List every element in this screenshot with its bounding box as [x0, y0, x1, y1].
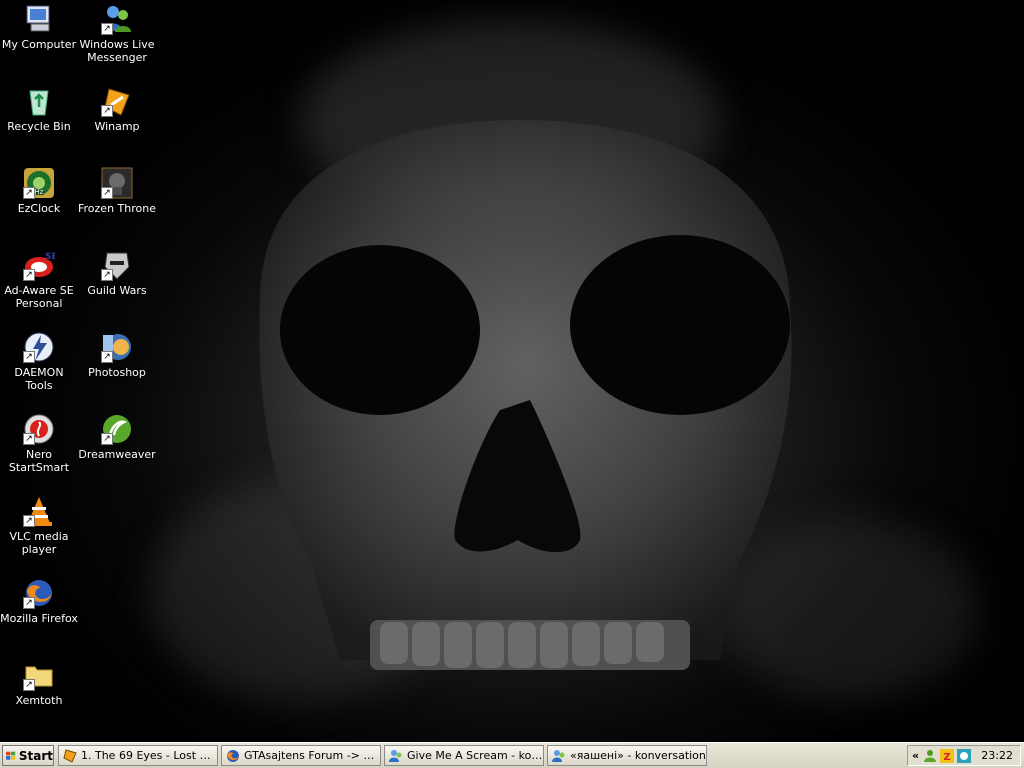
desktop-icon-firefox[interactable]: ↗ Mozilla Firefox — [0, 577, 78, 625]
windows-logo-icon — [6, 751, 16, 760]
photoshop-icon: ↗ — [101, 331, 133, 363]
desktop-icon-dreamweaver[interactable]: ↗ Dreamweaver — [78, 413, 156, 461]
desktop-icon-label: Ad-Aware SE Personal — [4, 284, 74, 310]
desktop-icon-label: My Computer — [1, 38, 77, 51]
start-button[interactable]: Start — [2, 745, 54, 766]
desktop-icon-frozen-throne[interactable]: ↗ Frozen Throne — [78, 167, 156, 215]
desktop-icon-label: Windows Live Messenger — [79, 38, 155, 64]
desktop-icon-messenger[interactable]: ↗ Windows Live Messenger — [78, 3, 156, 64]
daemon-tools-icon: ↗ — [23, 331, 55, 363]
svg-text:Hz: Hz — [35, 188, 44, 196]
start-label: Start — [18, 748, 53, 763]
desktop-icon-daemon-tools[interactable]: ↗ DAEMON Tools — [0, 331, 78, 392]
messenger-icon — [552, 749, 565, 762]
desktop-icon-label: VLC media player — [9, 530, 69, 556]
zonealarm-icon[interactable]: Z — [940, 748, 955, 763]
svg-text:SE: SE — [45, 252, 55, 262]
nero-icon: ↗ — [23, 413, 55, 445]
guild-wars-icon: ↗ — [101, 249, 133, 281]
frozen-throne-icon: ↗ — [101, 167, 133, 199]
desktop-background: My Computer ↗ Windows Live Messenger Rec… — [0, 0, 1024, 742]
taskbar: Start 1. The 69 Eyes - Lost bo... GTAsaj… — [0, 742, 1024, 768]
desktop-icon-label: Winamp — [94, 120, 140, 133]
taskbar-button-winamp[interactable]: 1. The 69 Eyes - Lost bo... — [58, 745, 218, 766]
ezclock-icon: Hz ↗ — [23, 167, 55, 199]
desktop-icon-photoshop[interactable]: ↗ Photoshop — [78, 331, 156, 379]
taskbar-button-label: GTAsajtens Forum -> Re... — [244, 749, 380, 762]
desktop-icon-label: Mozilla Firefox — [0, 612, 78, 625]
desktop-icon-label: Recycle Bin — [7, 120, 71, 133]
desktop-icon-label: DAEMON Tools — [14, 366, 64, 392]
taskbar-button-label: «яашенi» - konversation — [570, 749, 706, 762]
desktop-icon-winamp[interactable]: ↗ Winamp — [78, 85, 156, 133]
winamp-icon: ↗ — [101, 85, 133, 117]
desktop-icon-vlc[interactable]: ↗ VLC media player — [0, 495, 78, 556]
desktop-icon-label: Dreamweaver — [78, 448, 156, 461]
tray-expand-button[interactable]: « — [912, 749, 919, 762]
taskbar-button-conversation-2[interactable]: «яашенi» - konversation — [547, 745, 707, 766]
taskbar-button-conversation-1[interactable]: Give Me A Scream - konv... — [384, 745, 544, 766]
messenger-status-icon[interactable] — [923, 749, 937, 763]
taskbar-button-firefox[interactable]: GTAsajtens Forum -> Re... — [221, 745, 381, 766]
my-computer-icon — [23, 3, 55, 35]
firefox-icon — [227, 749, 239, 762]
desktop-icon-label: Xemtoth — [15, 694, 63, 707]
messenger-icon — [389, 749, 402, 762]
recycle-bin-icon — [23, 85, 55, 117]
desktop-icon-ezclock[interactable]: Hz ↗ EzClock — [0, 167, 78, 215]
desktop-icon-label: Frozen Throne — [78, 202, 156, 215]
dreamweaver-icon: ↗ — [101, 413, 133, 445]
desktop-icon-xemtoth[interactable]: ↗ Xemtoth — [0, 659, 78, 707]
desktop-icon-label: Photoshop — [88, 366, 146, 379]
firefox-icon: ↗ — [23, 577, 55, 609]
desktop-icon-recycle-bin[interactable]: Recycle Bin — [0, 85, 78, 133]
folder-icon: ↗ — [23, 659, 55, 691]
desktop-icon-label: EzClock — [17, 202, 61, 215]
system-tray: « Z 23:22 — [907, 745, 1021, 766]
desktop-icon-ad-aware[interactable]: SE ↗ Ad-Aware SE Personal — [0, 249, 78, 310]
security-icon[interactable] — [957, 748, 972, 763]
desktop-icon-guild-wars[interactable]: ↗ Guild Wars — [78, 249, 156, 297]
vlc-icon: ↗ — [23, 495, 55, 527]
desktop-icon-my-computer[interactable]: My Computer — [0, 3, 78, 51]
messenger-icon: ↗ — [101, 3, 133, 35]
wallpaper-skull — [259, 120, 792, 670]
desktop-icon-label: Nero StartSmart — [8, 448, 70, 474]
winamp-icon — [63, 748, 77, 763]
svg-text:Z: Z — [943, 752, 950, 763]
taskbar-button-label: 1. The 69 Eyes - Lost bo... — [81, 749, 217, 762]
ad-aware-icon: SE ↗ — [23, 249, 55, 281]
desktop-icon-label: Guild Wars — [87, 284, 147, 297]
desktop-icon-nero[interactable]: ↗ Nero StartSmart — [0, 413, 78, 474]
clock[interactable]: 23:22 — [981, 749, 1013, 762]
taskbar-button-label: Give Me A Scream - konv... — [407, 749, 543, 762]
